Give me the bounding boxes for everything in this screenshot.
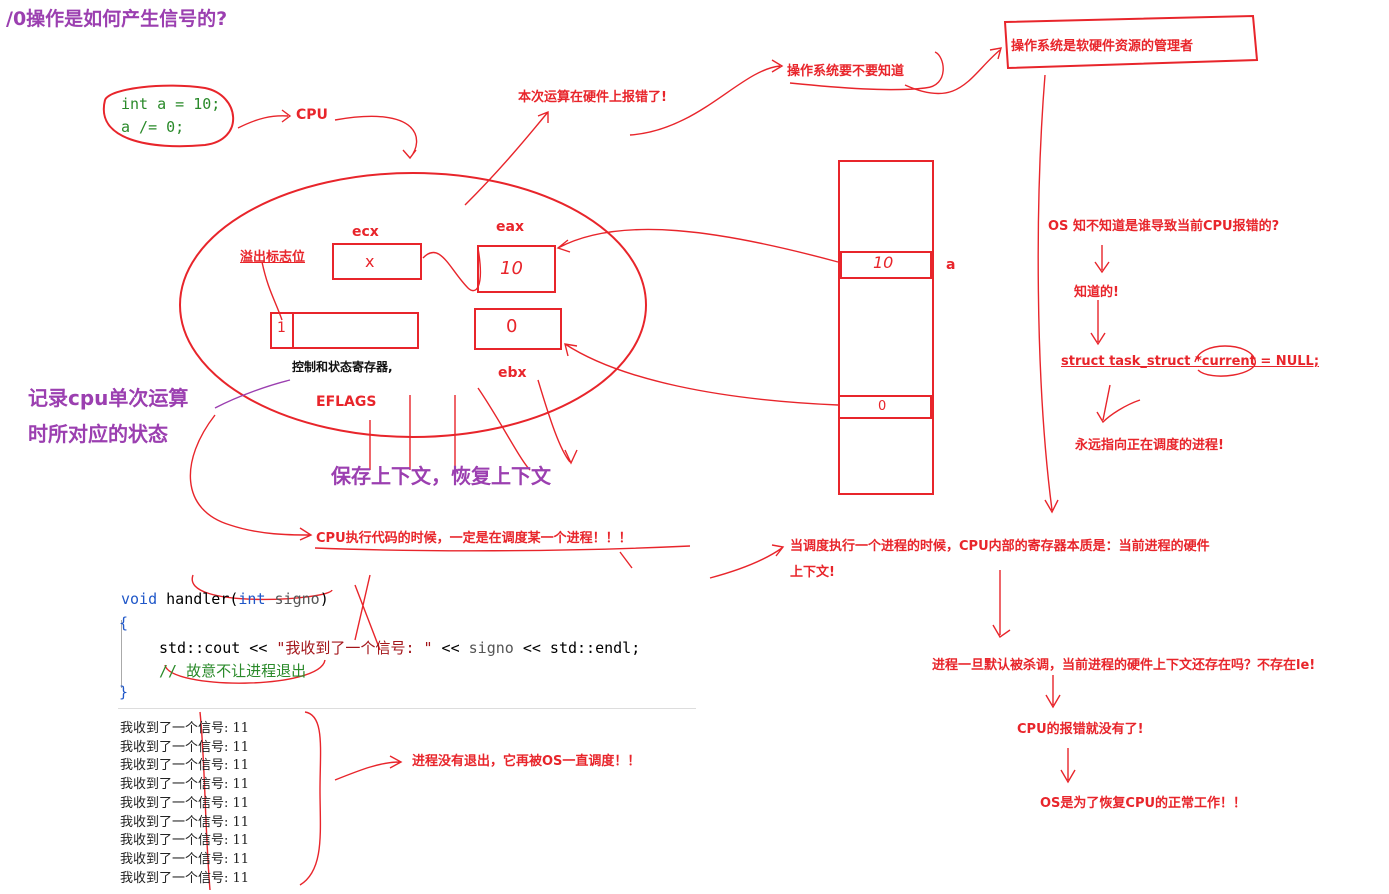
paren-close: ) — [319, 590, 329, 608]
kw-int: int — [238, 590, 266, 608]
output-line: 我收到了一个信号: 11 — [120, 870, 250, 886]
eflags-label: EFLAGS — [316, 394, 377, 410]
arrow-cpu-exec — [189, 414, 313, 541]
overflow-flag-label: 溢出标志位 — [240, 250, 306, 265]
output-line: 我收到了一个信号: 11 — [120, 833, 250, 849]
ecx-mark: x — [365, 252, 375, 271]
handler-body-line: std::cout << "我收到了一个信号: " << signo << st… — [159, 637, 640, 658]
no-error-label: CPU的报错就没有了! — [1017, 722, 1144, 737]
not-exit-label: 进程没有退出，它再被OS一直调度！！ — [412, 754, 641, 769]
cpu-exec-underline — [314, 545, 691, 569]
os-manager-down-line — [1037, 74, 1059, 514]
eax-label: eax — [496, 219, 524, 235]
arrow-hw-error — [464, 110, 549, 206]
output-line: 我收到了一个信号: 11 — [120, 851, 250, 867]
cpu-label: CPU — [296, 107, 328, 123]
param-signo: signo — [265, 590, 320, 608]
output-line: 我收到了一个信号: 11 — [120, 721, 250, 736]
ebx-label: ebx — [498, 365, 527, 381]
snippet-line-1: int a = 10; — [121, 95, 221, 113]
kw-void: void — [121, 590, 158, 608]
memory-column — [838, 160, 934, 495]
memory-b-value: 0 — [878, 399, 887, 414]
fn-name: handler( — [157, 590, 239, 608]
ebx-mark: 0 — [506, 316, 518, 337]
os-know-question: OS 知不知道是谁导致当前CPU报错的? — [1048, 219, 1280, 234]
eax-mark: 10 — [500, 258, 523, 279]
schedule-context-line-2: 上下文! — [790, 565, 835, 580]
handler-code-block: void handler(int signo) { std::cout << "… — [118, 590, 696, 709]
var-a-label: a — [946, 257, 956, 273]
arrow-restore — [1060, 748, 1076, 784]
output-line: 我收到了一个信号: 11 — [120, 795, 250, 811]
ctrl-status-reg-label: 控制和状态寄存器, — [292, 360, 393, 374]
arrow-always — [1096, 384, 1141, 424]
cpu-exec-label: CPU执行代码的时候，一定是在调度某一个进程！！！ — [316, 531, 632, 546]
cpu-ellipse — [179, 172, 647, 438]
ecx-register — [332, 243, 422, 280]
arrow-cpu-ellipse — [334, 115, 418, 160]
code-comment: // 故意不让进程退出 — [159, 662, 307, 680]
snippet-line-2: a /= 0; — [121, 118, 185, 136]
handler-signature: void handler(int signo) — [121, 590, 329, 608]
memory-a-value: 10 — [873, 253, 894, 272]
save-restore-label: 保存上下文，恢复上下文 — [331, 464, 551, 488]
arrow-mem-eax — [556, 228, 839, 263]
ebx-register — [474, 308, 562, 350]
ecx-label: ecx — [352, 224, 379, 240]
arrow-knows — [1094, 245, 1110, 274]
eflags-bit-mark: 1 — [277, 320, 286, 336]
arrow-killed — [992, 570, 1011, 639]
arrow-schedule-ctx — [709, 544, 785, 579]
cout-prefix: std::cout << — [159, 639, 277, 657]
message-string: "我收到了一个信号: " — [276, 639, 433, 657]
record-state-line-1: 记录cpu单次运算 — [28, 386, 189, 410]
output-line: 我收到了一个信号: 11 — [120, 758, 250, 774]
restore-cpu-label: OS是为了恢复CPU的正常工作！！ — [1040, 796, 1247, 811]
knows-label: 知道的! — [1074, 285, 1119, 300]
arrow-no-error — [1045, 675, 1061, 709]
open-brace: { — [119, 614, 129, 632]
arrow-snippet-cpu — [237, 109, 292, 129]
save-restore-strokes — [369, 379, 578, 471]
output-line: 我收到了一个信号: 11 — [120, 814, 250, 830]
page-title: /0操作是如何产生信号的? — [6, 8, 228, 30]
record-state-line-2: 时所对应的状态 — [28, 422, 168, 446]
hw-error-label: 本次运算在硬件上报错了! — [518, 90, 667, 105]
overflow-arrow — [261, 261, 283, 321]
signo-ref: signo — [468, 639, 514, 657]
output-line: 我收到了一个信号: 11 — [120, 739, 250, 755]
always-points-label: 永远指向正在调度的进程! — [1075, 438, 1224, 453]
program-output: 我收到了一个信号: 11 我收到了一个信号: 11 我收到了一个信号: 11 我… — [120, 720, 249, 888]
schedule-context-line-1: 当调度执行一个进程的时候，CPU内部的寄存器本质是：当前进程的硬件 — [790, 539, 1210, 554]
os-need-know-label: 操作系统要不要知道 — [787, 64, 905, 79]
stream-op: << — [432, 639, 469, 657]
current-declaration: struct task_struct *current = NULL; — [1061, 354, 1320, 369]
endl-suffix: << std::endl; — [513, 639, 641, 657]
arrow-not-exit — [334, 755, 403, 781]
arrow-os-manager — [904, 47, 1002, 95]
killed-question: 进程一旦默认被杀调，当前进程的硬件上下文还存在吗？不存在le! — [932, 658, 1316, 673]
output-line: 我收到了一个信号: 11 — [120, 777, 250, 793]
output-brace — [299, 711, 322, 886]
os-manager-label: 操作系统是软硬件资源的管理者 — [1011, 39, 1194, 54]
ecx-eax-link — [422, 247, 482, 292]
arrow-current — [1090, 300, 1106, 346]
close-brace: } — [119, 683, 129, 701]
arrow-mem-ebx — [564, 343, 839, 406]
